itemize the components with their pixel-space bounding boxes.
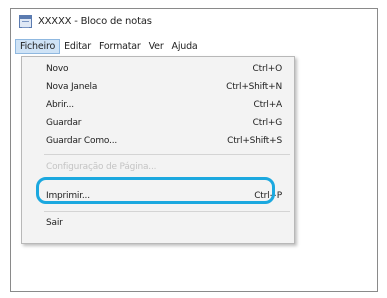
- menu-ver[interactable]: Ver: [145, 39, 168, 54]
- menu-item-abrir[interactable]: Abrir... Ctrl+A: [22, 97, 294, 113]
- title-bar: XXXXX - Bloco de notas: [11, 9, 377, 34]
- notepad-icon: [19, 15, 32, 28]
- menu-item-configuracao-pagina[interactable]: Configuração de Página...: [22, 159, 294, 175]
- menu-ajuda[interactable]: Ajuda: [168, 39, 202, 54]
- imprimir-highlight-ring: [36, 177, 275, 204]
- menu-item-label: Nova Janela: [46, 82, 98, 92]
- menu-separator: [44, 154, 290, 155]
- window-title: XXXXX - Bloco de notas: [38, 16, 152, 27]
- menu-ficheiro[interactable]: Ficheiro: [15, 38, 61, 54]
- menu-item-guardar[interactable]: Guardar Ctrl+G: [22, 115, 294, 131]
- menu-item-shortcut: Ctrl+A: [253, 100, 282, 110]
- menu-formatar[interactable]: Formatar: [95, 39, 145, 54]
- menu-item-shortcut: Ctrl+O: [252, 64, 283, 74]
- notepad-window: XXXXX - Bloco de notas Ficheiro Editar F…: [10, 8, 378, 292]
- menu-item-label: Sair: [46, 218, 63, 228]
- menu-item-sair[interactable]: Sair: [22, 215, 294, 231]
- menu-item-label: Guardar Como...: [46, 136, 118, 146]
- menu-item-shortcut: Ctrl+Shift+N: [226, 82, 282, 92]
- menu-item-label: Abrir...: [46, 100, 74, 110]
- menu-bar: Ficheiro Editar Formatar Ver Ajuda: [11, 38, 377, 54]
- menu-item-shortcut: Ctrl+G: [252, 118, 283, 128]
- menu-editar[interactable]: Editar: [60, 39, 95, 54]
- menu-item-novo[interactable]: Novo Ctrl+O: [22, 61, 294, 77]
- menu-item-label: Configuração de Página...: [46, 162, 157, 172]
- menu-item-nova-janela[interactable]: Nova Janela Ctrl+Shift+N: [22, 79, 294, 95]
- ficheiro-dropdown-menu: Novo Ctrl+O Nova Janela Ctrl+Shift+N Abr…: [21, 56, 295, 244]
- menu-item-label: Guardar: [46, 118, 82, 128]
- menu-separator: [44, 211, 290, 212]
- menu-item-label: Novo: [46, 64, 69, 74]
- menu-item-shortcut: Ctrl+Shift+S: [227, 136, 282, 146]
- menu-item-guardar-como[interactable]: Guardar Como... Ctrl+Shift+S: [22, 133, 294, 149]
